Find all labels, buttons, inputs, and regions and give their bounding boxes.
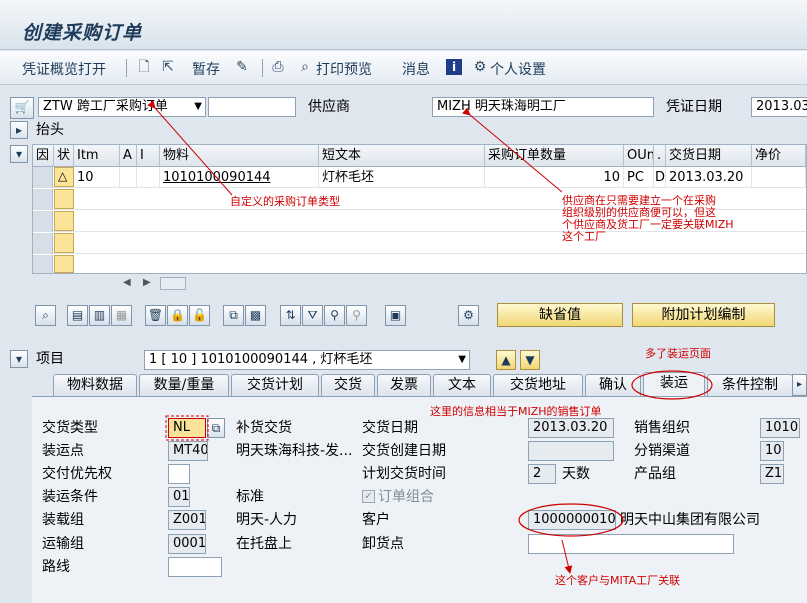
- annotation-circle: [631, 370, 713, 400]
- annotation-arrow: [561, 539, 573, 574]
- annotation-vendor-4: 这个工厂: [562, 230, 606, 243]
- annotation-box: [165, 415, 209, 441]
- annotation-arrow: [147, 100, 233, 196]
- annotation-arrow: [462, 107, 563, 193]
- annotation-extra-tab: 多了装运页面: [645, 347, 711, 360]
- annotation-circle: [518, 503, 624, 537]
- annotation-sales-order: 这里的信息相当于MIZH的销售订单: [430, 405, 602, 418]
- annotation-customer: 这个客户与MITA工厂关联: [555, 574, 681, 587]
- annotation-overlay: [147, 100, 713, 574]
- annotation-custom-type: 自定义的采购订单类型: [230, 195, 340, 208]
